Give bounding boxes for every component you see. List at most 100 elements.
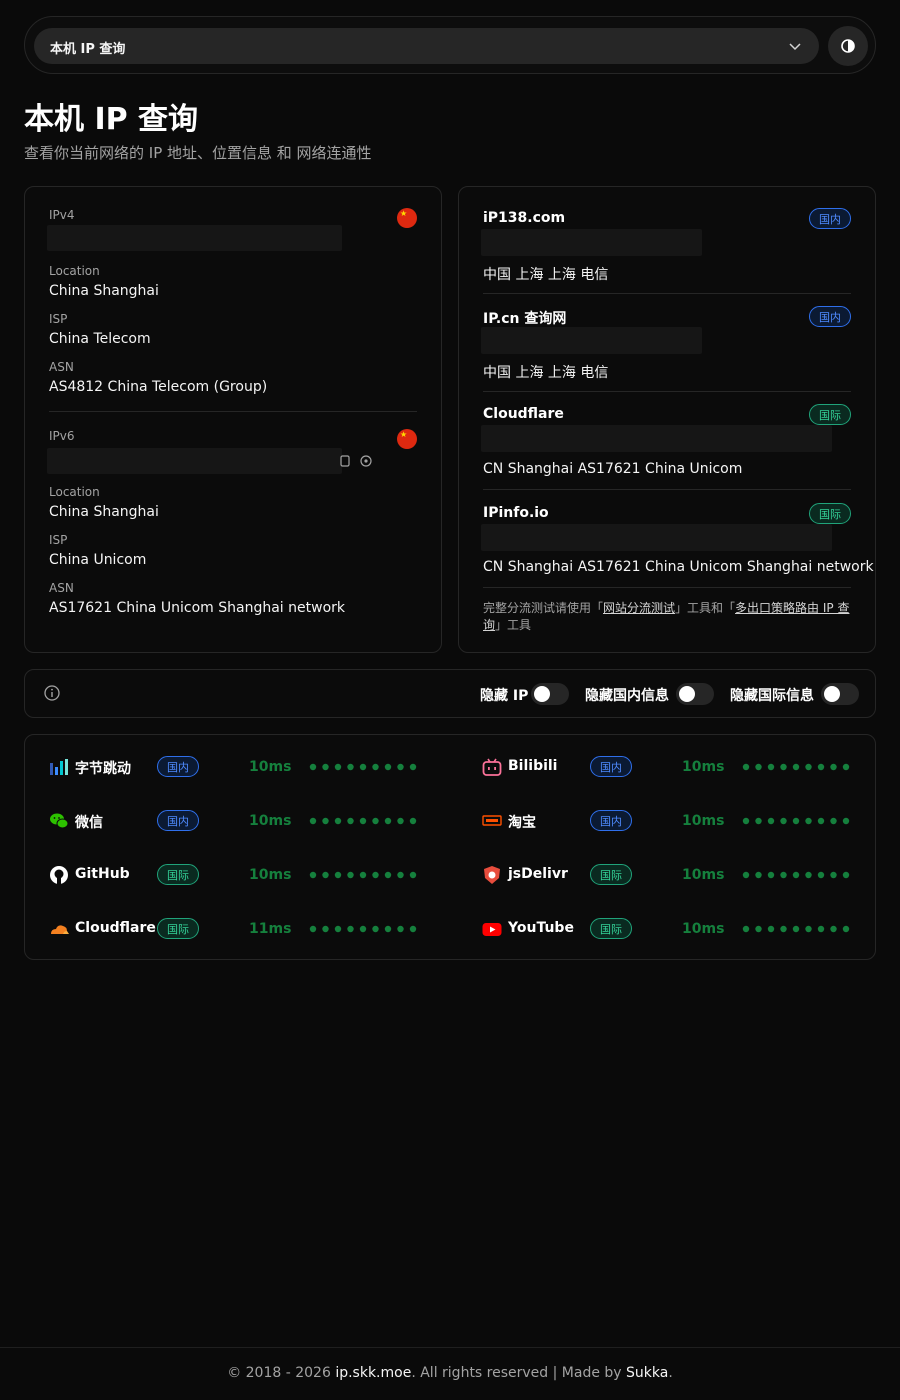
- latency-dot: [322, 763, 329, 771]
- latency-dot: [384, 925, 392, 933]
- latency-dot: [397, 925, 404, 933]
- latency-dot: [347, 817, 354, 825]
- hide-intl-switch[interactable]: [821, 683, 859, 705]
- site-link[interactable]: ip.skk.moe: [335, 1365, 411, 1381]
- source-ip-masked[interactable]: [481, 229, 702, 256]
- tool-select[interactable]: 本机 IP 查询: [34, 28, 819, 64]
- ipv4-isp: China Telecom: [49, 331, 151, 347]
- china-flag-icon: ★: [397, 429, 417, 449]
- latency-dot: [755, 763, 762, 771]
- ipv6-location: China Shanghai: [49, 504, 159, 520]
- international-badge: 国际: [157, 864, 199, 885]
- source-result: 中国 上海 上海 电信: [483, 267, 609, 283]
- latency-dot: [792, 925, 800, 933]
- service-name: Bilibili: [508, 758, 558, 774]
- latency-dot: [372, 763, 379, 771]
- latency-dot: [334, 871, 342, 879]
- latency-dot: [830, 763, 837, 771]
- domestic-badge: 国内: [157, 756, 199, 777]
- latency-dot: [397, 817, 404, 825]
- ipv6-address-masked[interactable]: [47, 448, 342, 474]
- latency-dot: [755, 925, 762, 933]
- ipv6-asn: AS17621 China Unicom Shanghai network: [49, 600, 345, 616]
- service-name: 淘宝: [508, 815, 536, 831]
- latency-dot: [817, 871, 825, 879]
- latency-dot: [780, 871, 787, 879]
- latency-dot: [767, 763, 775, 771]
- source-name: IPinfo.io: [483, 505, 549, 521]
- source-ip-masked[interactable]: [481, 524, 832, 551]
- latency-dot: [742, 925, 750, 933]
- page-title: 本机 IP 查询: [24, 102, 199, 137]
- ipv4-location-label: Location: [49, 264, 100, 278]
- domestic-badge: 国内: [590, 756, 632, 777]
- ipv6-isp: China Unicom: [49, 552, 147, 568]
- bilibili-icon: [482, 758, 502, 776]
- latency-dot: [780, 817, 787, 825]
- ipv6-location-label: Location: [49, 485, 100, 499]
- latency: 10ms: [249, 759, 292, 775]
- connectivity-item: jsDelivr 国际 10ms: [482, 860, 862, 890]
- display-toggles: 隐藏 IP 隐藏国内信息 隐藏国际信息: [24, 669, 876, 718]
- latency-dot: [792, 763, 800, 771]
- theme-toggle-button[interactable]: [828, 26, 868, 66]
- latency-dot: [842, 871, 850, 879]
- ipv4-isp-label: ISP: [49, 312, 68, 326]
- latency-dot: [817, 817, 825, 825]
- eye-off-icon[interactable]: [359, 454, 373, 468]
- international-badge: 国际: [809, 404, 851, 425]
- source-name: iP138.com: [483, 210, 566, 226]
- latency-history-dots: [309, 871, 417, 879]
- latency-history-dots: [309, 763, 417, 771]
- service-name: YouTube: [508, 920, 574, 936]
- latency-dot: [372, 925, 379, 933]
- ipv6-asn-label: ASN: [49, 581, 74, 595]
- ipv4-asn: AS4812 China Telecom (Group): [49, 379, 268, 395]
- latency-dot: [397, 763, 404, 771]
- source-name: IP.cn 查询网: [483, 311, 567, 327]
- domestic-badge: 国内: [157, 810, 199, 831]
- domestic-badge: 国内: [809, 208, 851, 229]
- hide-domestic-label: 隐藏国内信息: [585, 688, 669, 704]
- latency-dot: [742, 817, 750, 825]
- hide-domestic-switch[interactable]: [676, 683, 714, 705]
- copy-icon[interactable]: [338, 454, 352, 468]
- hide-ip-label: 隐藏 IP: [480, 688, 529, 704]
- latency-dot: [805, 763, 812, 771]
- latency-dot: [409, 871, 417, 879]
- latency-dot: [309, 925, 317, 933]
- latency-dot: [409, 925, 417, 933]
- china-flag-icon: ★: [397, 208, 417, 228]
- latency: 10ms: [682, 759, 725, 775]
- divider: [483, 391, 851, 392]
- connectivity-item: Cloudflare 国际 11ms: [49, 914, 429, 944]
- taobao-icon: [482, 815, 502, 826]
- latency-dot: [359, 871, 367, 879]
- tool-select-value: 本机 IP 查询: [50, 42, 126, 57]
- latency-dot: [805, 925, 812, 933]
- hide-ip-switch[interactable]: [531, 683, 569, 705]
- youtube-icon: [482, 923, 502, 936]
- latency-dot: [384, 817, 392, 825]
- latency-dot: [842, 763, 850, 771]
- hide-intl-label: 隐藏国际信息: [730, 688, 814, 704]
- ipv4-address-masked[interactable]: [47, 225, 342, 251]
- author-link[interactable]: Sukka: [626, 1365, 668, 1381]
- connectivity-item: Bilibili 国内 10ms: [482, 752, 862, 782]
- latency-dot: [817, 763, 825, 771]
- international-badge: 国际: [590, 918, 632, 939]
- latency-dot: [817, 925, 825, 933]
- ip-sources-card: iP138.com 国内 中国 上海 上海 电信 IP.cn 查询网 国内 中国…: [458, 186, 876, 653]
- latency: 10ms: [682, 867, 725, 883]
- info-icon[interactable]: [43, 684, 61, 702]
- latency-dot: [347, 871, 354, 879]
- latency-dot: [309, 871, 317, 879]
- split-test-link[interactable]: 网站分流测试: [603, 601, 675, 615]
- international-badge: 国际: [809, 503, 851, 524]
- source-ip-masked[interactable]: [481, 425, 832, 452]
- latency-dot: [334, 925, 342, 933]
- source-ip-masked[interactable]: [481, 327, 702, 354]
- latency: 10ms: [682, 921, 725, 937]
- latency-dot: [842, 925, 850, 933]
- footer-divider: [0, 1347, 900, 1348]
